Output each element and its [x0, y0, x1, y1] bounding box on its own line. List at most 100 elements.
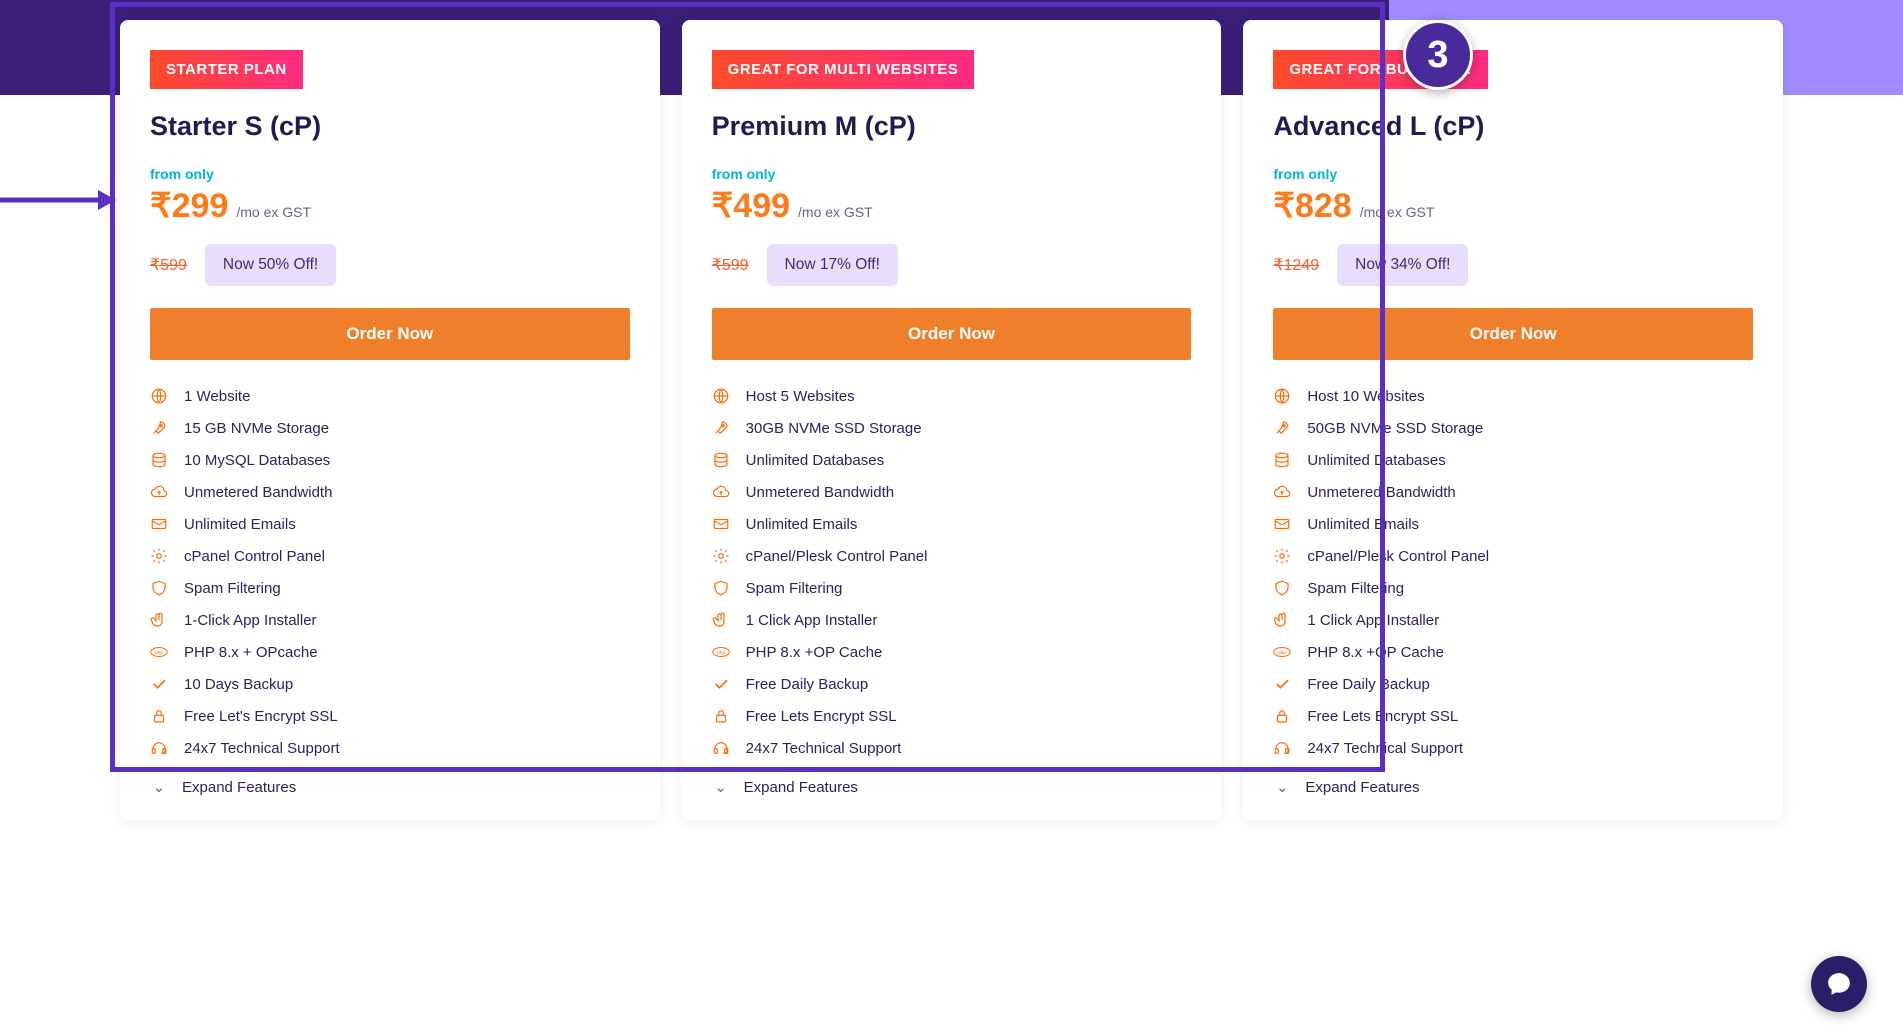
cog-icon: [150, 547, 168, 565]
shield-icon: [150, 579, 168, 597]
feature-item: Free Daily Backup: [1273, 668, 1753, 700]
discount-badge: Now 17% Off!: [767, 244, 898, 286]
chevron-down-icon: ⌄: [150, 778, 168, 796]
feature-item: Unlimited Emails: [150, 508, 630, 540]
discount-row: ₹599 Now 50% Off!: [150, 244, 630, 286]
shield-icon: [1273, 579, 1291, 597]
svg-text:php: php: [1278, 650, 1286, 656]
feature-label: 30GB NVMe SSD Storage: [746, 420, 922, 437]
feature-label: 1 Website: [184, 388, 250, 405]
feature-item: phpPHP 8.x +OP Cache: [712, 636, 1192, 668]
feature-item: Free Lets Encrypt SSL: [712, 700, 1192, 732]
globe-icon: [150, 387, 168, 405]
php-icon: php: [150, 643, 168, 661]
check-icon: [1273, 675, 1291, 693]
feature-item: 30GB NVMe SSD Storage: [712, 412, 1192, 444]
plan-name: Advanced L (cP): [1273, 111, 1753, 142]
feature-item: phpPHP 8.x +OP Cache: [1273, 636, 1753, 668]
feature-label: Spam Filtering: [184, 580, 281, 597]
plan-name: Starter S (cP): [150, 111, 630, 142]
feature-label: 24x7 Technical Support: [184, 740, 340, 757]
plan-card-starter: STARTER PLAN Starter S (cP) from only ₹2…: [120, 20, 660, 820]
feature-label: Free Let's Encrypt SSL: [184, 708, 338, 725]
feature-label: Free Lets Encrypt SSL: [746, 708, 897, 725]
feature-item: 1 Website: [150, 380, 630, 412]
per-label: /mo ex GST: [236, 204, 311, 220]
expand-features-button[interactable]: ⌄ Expand Features: [1273, 764, 1753, 800]
feature-list: Host 10 Websites 50GB NVMe SSD Storage Unl…: [1273, 380, 1753, 764]
feature-label: Unlimited Emails: [1307, 516, 1419, 533]
rocket-icon: [712, 419, 730, 437]
discount-row: ₹1249 Now 34% Off!: [1273, 244, 1753, 286]
feature-item: Free Let's Encrypt SSL: [150, 700, 630, 732]
feature-item: Host 10 Websites: [1273, 380, 1753, 412]
plan-card-premium: GREAT FOR MULTI WEBSITES Premium M (cP) …: [682, 20, 1222, 820]
feature-label: Free Lets Encrypt SSL: [1307, 708, 1458, 725]
feature-item: Unlimited Databases: [712, 444, 1192, 476]
feature-label: Unmetered Bandwidth: [746, 484, 894, 501]
feature-item: phpPHP 8.x + OPcache: [150, 636, 630, 668]
expand-features-button[interactable]: ⌄ Expand Features: [712, 764, 1192, 800]
plan-strike-price: ₹599: [712, 255, 749, 275]
from-only-label: from only: [1273, 166, 1753, 182]
rocket-icon: [150, 419, 168, 437]
feature-label: 10 Days Backup: [184, 676, 293, 693]
pricing-cards: STARTER PLAN Starter S (cP) from only ₹2…: [0, 0, 1903, 820]
feature-label: 15 GB NVMe Storage: [184, 420, 329, 437]
chevron-down-icon: ⌄: [712, 778, 730, 796]
feature-label: Host 10 Websites: [1307, 388, 1424, 405]
feature-item: Host 5 Websites: [712, 380, 1192, 412]
feature-label: 24x7 Technical Support: [746, 740, 902, 757]
feature-label: Unlimited Databases: [746, 452, 884, 469]
feature-item: Unlimited Emails: [712, 508, 1192, 540]
plan-price: ₹828: [1273, 186, 1351, 226]
feature-item: 1 Click App Installer: [1273, 604, 1753, 636]
feature-item: 10 Days Backup: [150, 668, 630, 700]
plan-strike-price: ₹599: [150, 255, 187, 275]
chat-icon: [1826, 971, 1852, 997]
order-now-button[interactable]: Order Now: [712, 308, 1192, 360]
feature-item: 50GB NVMe SSD Storage: [1273, 412, 1753, 444]
feature-label: Unlimited Databases: [1307, 452, 1445, 469]
annotation-arrow: [0, 188, 116, 212]
chat-widget-button[interactable]: [1811, 956, 1867, 1012]
feature-item: Spam Filtering: [150, 572, 630, 604]
feature-label: cPanel Control Panel: [184, 548, 325, 565]
svg-text:php: php: [717, 650, 725, 656]
order-now-button[interactable]: Order Now: [150, 308, 630, 360]
envelope-icon: [712, 515, 730, 533]
php-icon: php: [712, 643, 730, 661]
feature-label: Spam Filtering: [746, 580, 843, 597]
database-icon: [150, 451, 168, 469]
envelope-icon: [150, 515, 168, 533]
feature-item: Unmetered Bandwidth: [150, 476, 630, 508]
hand-icon: [712, 611, 730, 629]
feature-item: 15 GB NVMe Storage: [150, 412, 630, 444]
feature-item: Free Daily Backup: [712, 668, 1192, 700]
feature-item: 24x7 Technical Support: [1273, 732, 1753, 764]
headset-icon: [150, 739, 168, 757]
discount-badge: Now 34% Off!: [1337, 244, 1468, 286]
feature-label: cPanel/Plesk Control Panel: [746, 548, 928, 565]
feature-list: Host 5 Websites 30GB NVMe SSD Storage Unli…: [712, 380, 1192, 764]
feature-item: 24x7 Technical Support: [712, 732, 1192, 764]
feature-item: Unmetered Bandwidth: [712, 476, 1192, 508]
expand-features-button[interactable]: ⌄ Expand Features: [150, 764, 630, 800]
feature-item: Free Lets Encrypt SSL: [1273, 700, 1753, 732]
per-label: /mo ex GST: [798, 204, 873, 220]
feature-label: 1 Click App Installer: [1307, 612, 1439, 629]
hand-icon: [1273, 611, 1291, 629]
cloud-up-icon: [1273, 483, 1291, 501]
feature-label: Free Daily Backup: [1307, 676, 1430, 693]
expand-label: Expand Features: [744, 779, 858, 796]
plan-price: ₹299: [150, 186, 228, 226]
order-now-button[interactable]: Order Now: [1273, 308, 1753, 360]
database-icon: [712, 451, 730, 469]
feature-item: Unmetered Bandwidth: [1273, 476, 1753, 508]
database-icon: [1273, 451, 1291, 469]
feature-item: 24x7 Technical Support: [150, 732, 630, 764]
feature-item: 10 MySQL Databases: [150, 444, 630, 476]
feature-item: cPanel/Plesk Control Panel: [1273, 540, 1753, 572]
price-row: ₹299 /mo ex GST: [150, 186, 630, 226]
lock-icon: [150, 707, 168, 725]
